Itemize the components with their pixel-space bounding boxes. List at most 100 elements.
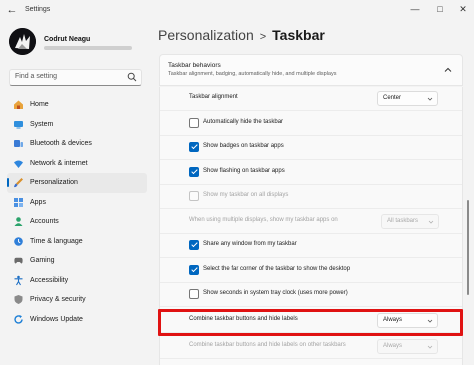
profile-email-redacted	[44, 46, 132, 50]
taskbar-behaviors-panel: Taskbar alignment Center Automatically h…	[159, 87, 463, 365]
title-bar: ← Settings — □ ✕	[0, 0, 474, 22]
gamepad-icon	[14, 257, 23, 264]
sidebar-item-label: Gaming	[30, 257, 55, 264]
maximize-icon[interactable]: □	[429, 2, 451, 16]
section-title: Taskbar behaviors	[168, 62, 221, 69]
scrollbar[interactable]	[467, 200, 469, 295]
sidebar-item-system[interactable]: System	[7, 115, 147, 135]
setting-label: Share any window from my taskbar	[203, 241, 297, 247]
breadcrumb-parent[interactable]: Personalization	[158, 27, 254, 43]
sidebar-item-label: Accessibility	[30, 276, 69, 284]
show-badges-checkbox[interactable]	[189, 142, 199, 152]
sidebar-nav: Home System Bluetooth & devices Network …	[7, 95, 147, 329]
back-arrow-icon[interactable]: ←	[5, 3, 19, 17]
auto-hide-checkbox[interactable]	[189, 117, 199, 128]
sidebar-item-bluetooth[interactable]: Bluetooth & devices	[7, 134, 147, 154]
show-flashing-checkbox[interactable]	[189, 166, 199, 177]
setting-row-combine-buttons-other: Combine taskbar buttons and hide labels …	[160, 335, 462, 359]
sidebar-item-network[interactable]: Network & internet	[7, 154, 147, 174]
accounts-icon	[14, 217, 23, 226]
sidebar-item-apps[interactable]: Apps	[7, 193, 147, 213]
taskbar-alignment-dropdown[interactable]: Center	[377, 91, 438, 106]
setting-label: Automatically hide the taskbar	[203, 118, 284, 125]
apps-icon	[14, 197, 23, 207]
sidebar-item-accounts[interactable]: Accounts	[7, 212, 147, 232]
dropdown-value: Center	[383, 95, 402, 101]
sidebar-item-home[interactable]: Home	[7, 95, 147, 115]
system-icon	[14, 120, 23, 128]
sidebar-item-gaming[interactable]: Gaming	[7, 251, 147, 271]
sidebar-item-label: Windows Update	[30, 315, 83, 323]
profile-name: Codrut Neagu	[44, 36, 91, 43]
search-icon	[127, 72, 137, 82]
settings-window: ← Settings — □ ✕ Codrut Neagu Find a set…	[0, 0, 474, 365]
sidebar-item-label: Home	[30, 101, 49, 108]
sidebar-item-label: Time & language	[30, 237, 83, 245]
avatar	[9, 28, 36, 55]
sidebar-item-label: System	[30, 120, 54, 128]
setting-label: Taskbar alignment	[189, 94, 238, 100]
setting-row-taskbar-alignment: Taskbar alignment Center	[160, 87, 462, 111]
setting-label: When using multiple displays, show my ta…	[189, 216, 338, 223]
sidebar-item-label: Network & internet	[30, 159, 88, 167]
section-subtitle: Taskbar alignment, badging, automaticall…	[168, 71, 337, 77]
brush-icon	[14, 178, 23, 188]
wifi-icon	[14, 160, 23, 168]
setting-label: Show seconds in system tray clock (uses …	[203, 290, 348, 296]
sidebar-item-time-language[interactable]: Time & language	[7, 232, 147, 252]
setting-row-show-flashing: Show flashing on taskbar apps	[160, 161, 462, 185]
chevron-down-icon	[428, 220, 434, 224]
sidebar-item-label: Apps	[30, 198, 46, 206]
sidebar-item-label: Personalization	[30, 179, 78, 186]
setting-row-combine-buttons: Combine taskbar buttons and hide labels …	[160, 309, 462, 333]
chevron-up-icon	[444, 67, 452, 72]
breadcrumb: Personalization > Taskbar	[158, 27, 325, 43]
setting-row-share-window: Share any window from my taskbar	[160, 234, 462, 258]
share-window-checkbox[interactable]	[189, 240, 199, 250]
setting-label: Select the far corner of the taskbar to …	[203, 265, 351, 272]
dropdown-value: Always	[383, 317, 403, 323]
setting-label: Combine taskbar buttons and hide labels …	[189, 342, 346, 348]
page-title: Taskbar	[272, 27, 325, 43]
sidebar-item-label: Privacy & security	[30, 296, 86, 303]
chevron-down-icon	[427, 345, 433, 349]
setting-label: Show my taskbar on all displays	[203, 192, 289, 198]
setting-row-all-displays: Show my taskbar on all displays	[160, 185, 462, 209]
window-title: Settings	[25, 6, 51, 13]
chevron-down-icon	[427, 319, 433, 323]
setting-row-multi-display-apps: When using multiple displays, show my ta…	[160, 210, 462, 234]
close-icon[interactable]: ✕	[452, 2, 474, 16]
setting-label: Show badges on taskbar apps	[203, 143, 284, 149]
setting-row-auto-hide: Automatically hide the taskbar	[160, 112, 462, 136]
chevron-down-icon	[427, 97, 433, 101]
user-profile[interactable]: Codrut Neagu	[9, 28, 154, 58]
clock-icon	[14, 236, 23, 246]
dropdown-value: Always	[383, 343, 403, 349]
setting-label: Show flashing on taskbar apps	[203, 167, 285, 174]
combine-buttons-other-dropdown: Always	[377, 339, 438, 354]
bluetooth-icon	[14, 140, 23, 147]
search-placeholder: Find a setting	[15, 73, 58, 80]
accessibility-icon	[14, 275, 23, 285]
show-seconds-checkbox[interactable]	[189, 289, 199, 299]
setting-row-show-badges: Show badges on taskbar apps	[160, 136, 462, 160]
sidebar-item-personalization[interactable]: Personalization	[7, 173, 147, 193]
setting-label: Combine taskbar buttons and hide labels	[189, 316, 298, 322]
dropdown-value: All taskbars	[387, 217, 419, 224]
minimize-icon[interactable]: —	[404, 2, 426, 16]
breadcrumb-separator: >	[259, 31, 267, 43]
update-icon	[14, 314, 23, 324]
multi-display-apps-dropdown: All taskbars	[381, 213, 439, 229]
search-input[interactable]: Find a setting	[9, 69, 142, 86]
sidebar-item-privacy-security[interactable]: Privacy & security	[7, 290, 147, 310]
sidebar-item-label: Accounts	[30, 218, 59, 225]
taskbar-behaviors-header[interactable]: Taskbar behaviors Taskbar alignment, bad…	[159, 54, 463, 86]
all-displays-checkbox	[189, 191, 199, 201]
far-corner-checkbox[interactable]	[189, 264, 199, 275]
sidebar-item-accessibility[interactable]: Accessibility	[7, 271, 147, 291]
setting-row-show-seconds: Show seconds in system tray clock (uses …	[160, 283, 462, 307]
combine-buttons-dropdown[interactable]: Always	[377, 313, 438, 328]
sidebar-item-windows-update[interactable]: Windows Update	[7, 310, 147, 330]
home-icon	[14, 100, 23, 109]
sidebar-item-label: Bluetooth & devices	[30, 140, 92, 147]
